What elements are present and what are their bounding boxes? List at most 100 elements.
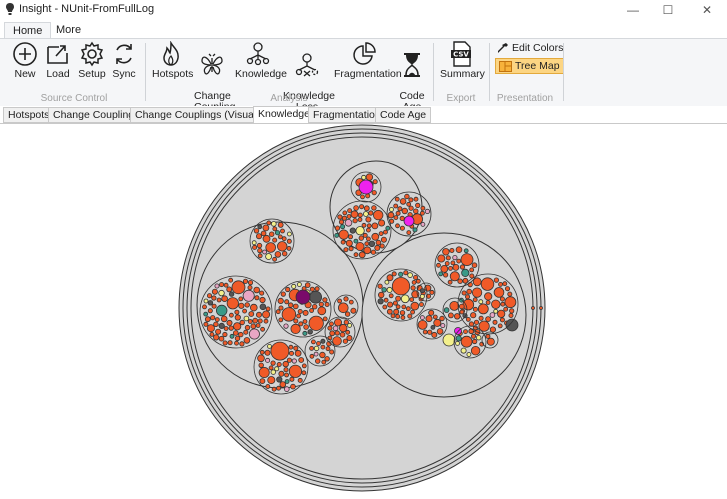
file-circle[interactable] — [307, 329, 313, 335]
file-circle[interactable] — [368, 240, 376, 247]
file-circle[interactable] — [471, 287, 483, 298]
file-circle[interactable] — [400, 294, 410, 304]
file-circle[interactable] — [378, 219, 386, 227]
file-circle[interactable] — [344, 219, 353, 227]
file-circle[interactable] — [313, 351, 319, 357]
file-circle[interactable] — [333, 318, 342, 327]
file-circle[interactable] — [282, 360, 289, 368]
file-circle[interactable] — [485, 300, 491, 305]
file-circle[interactable] — [215, 328, 222, 335]
file-circle[interactable] — [214, 283, 220, 289]
file-circle[interactable] — [428, 309, 435, 316]
file-circle[interactable] — [297, 308, 303, 314]
file-circle[interactable] — [419, 315, 425, 321]
file-circle[interactable] — [302, 330, 308, 336]
file-circle[interactable] — [384, 279, 390, 285]
file-circle[interactable] — [465, 316, 471, 322]
file-circle[interactable] — [337, 298, 343, 304]
file-circle[interactable] — [469, 267, 475, 273]
file-circle[interactable] — [309, 308, 315, 313]
file-circle[interactable] — [403, 270, 409, 276]
file-circle[interactable] — [345, 239, 353, 247]
file-circle[interactable] — [491, 299, 501, 310]
file-circle[interactable] — [337, 302, 349, 314]
file-circle[interactable] — [234, 309, 240, 315]
file-circle[interactable] — [284, 372, 290, 378]
file-circle[interactable] — [461, 268, 470, 277]
file-circle[interactable] — [360, 194, 365, 200]
file-circle[interactable] — [213, 321, 219, 327]
file-circle[interactable] — [468, 328, 475, 335]
file-circle[interactable] — [386, 286, 393, 293]
file-circle[interactable] — [322, 297, 328, 303]
file-circle[interactable] — [248, 311, 255, 317]
file-circle[interactable] — [406, 230, 412, 235]
summary-button[interactable]: CSV Summary — [440, 41, 485, 80]
file-circle[interactable] — [309, 286, 315, 292]
file-circle[interactable] — [257, 318, 263, 324]
file-circle[interactable] — [343, 247, 349, 253]
file-circle[interactable] — [407, 272, 413, 278]
file-circle[interactable] — [485, 333, 491, 339]
file-circle[interactable] — [355, 226, 365, 236]
file-circle[interactable] — [454, 313, 461, 320]
file-circle[interactable] — [206, 293, 212, 299]
file-circle[interactable] — [214, 317, 220, 323]
file-circle[interactable] — [284, 299, 290, 305]
file-circle[interactable] — [445, 255, 451, 261]
file-circle[interactable] — [238, 296, 244, 302]
file-circle[interactable] — [262, 224, 270, 232]
file-circle[interactable] — [425, 315, 433, 323]
file-circle[interactable] — [259, 303, 267, 311]
file-circle[interactable] — [352, 218, 358, 224]
file-circle[interactable] — [350, 307, 357, 314]
file-circle[interactable] — [442, 272, 449, 278]
file-circle[interactable] — [263, 318, 269, 324]
file-circle[interactable] — [459, 264, 466, 270]
file-circle[interactable] — [429, 289, 435, 295]
file-circle[interactable] — [408, 197, 414, 203]
file-circle[interactable] — [223, 282, 229, 288]
file-circle[interactable] — [319, 351, 326, 359]
file-circle[interactable] — [373, 209, 384, 221]
file-circle[interactable] — [499, 296, 505, 302]
file-circle[interactable] — [493, 308, 499, 314]
file-circle[interactable] — [243, 329, 249, 335]
file-circle[interactable] — [301, 370, 307, 376]
file-circle[interactable] — [253, 228, 260, 234]
file-circle[interactable] — [338, 229, 349, 240]
file-circle[interactable] — [281, 236, 287, 242]
file-circle[interactable] — [274, 366, 280, 372]
file-circle[interactable] — [213, 334, 220, 341]
file-circle[interactable] — [228, 291, 235, 297]
file-circle[interactable] — [314, 286, 320, 292]
file-circle[interactable] — [211, 303, 217, 309]
file-circle[interactable] — [505, 318, 519, 332]
file-circle[interactable] — [227, 340, 233, 346]
file-circle[interactable] — [247, 319, 253, 324]
file-circle[interactable] — [296, 282, 302, 287]
file-circle[interactable] — [257, 248, 263, 254]
file-circle[interactable] — [462, 298, 475, 311]
file-circle[interactable] — [325, 346, 331, 352]
file-circle[interactable] — [442, 248, 450, 256]
file-circle[interactable] — [420, 205, 426, 211]
file-circle[interactable] — [420, 222, 426, 227]
file-circle[interactable] — [202, 304, 207, 310]
file-circle[interactable] — [404, 193, 410, 200]
file-circle[interactable] — [419, 293, 425, 299]
file-circle[interactable] — [203, 311, 209, 317]
file-circle[interactable] — [329, 349, 335, 355]
file-circle[interactable] — [270, 341, 290, 361]
file-circle[interactable] — [276, 385, 282, 391]
file-circle[interactable] — [436, 328, 444, 335]
file-circle[interactable] — [507, 291, 513, 297]
load-button[interactable]: Load — [44, 41, 72, 80]
file-circle[interactable] — [278, 317, 284, 323]
file-circle[interactable] — [463, 248, 469, 254]
file-circle[interactable] — [362, 211, 369, 217]
file-circle[interactable] — [531, 306, 535, 310]
file-circle[interactable] — [303, 324, 309, 330]
file-circle[interactable] — [436, 262, 441, 268]
file-circle[interactable] — [207, 308, 213, 314]
